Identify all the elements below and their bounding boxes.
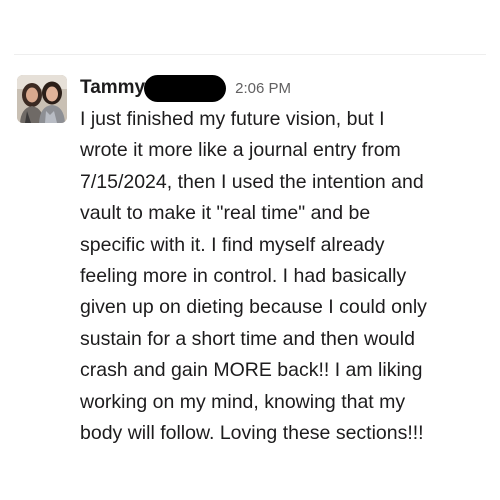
message-line: sustain for a short time and then would <box>80 327 415 350</box>
message-line: working on my mind, knowing that my <box>80 390 406 413</box>
message-line: vault to make it "real time" and be <box>80 202 371 225</box>
message-line: crash and gain MORE back!! I am liking <box>80 359 423 382</box>
message-line: feeling more in control. I had basically <box>80 265 407 288</box>
avatar-photo-icon <box>17 75 67 123</box>
message-line: body will follow. Loving these sections!… <box>80 422 424 445</box>
message-line: wrote it more like a journal entry from <box>80 139 401 162</box>
message-header: Tammy 2:06 PM <box>80 73 291 103</box>
message-line: 7/15/2024, then I used the intention and <box>80 170 424 193</box>
timestamp[interactable]: 2:06 PM <box>235 80 291 97</box>
message-line: given up on dieting because I could only <box>80 296 427 319</box>
message-body: I just finished my future vision, but I … <box>80 104 480 449</box>
message-line: specific with it. I find myself already <box>80 233 385 256</box>
message-line: I just finished my future vision, but I <box>80 108 385 130</box>
redaction-bar <box>144 74 227 102</box>
top-divider <box>14 54 486 55</box>
sender-name[interactable]: Tammy <box>80 77 145 99</box>
avatar[interactable] <box>17 75 67 123</box>
